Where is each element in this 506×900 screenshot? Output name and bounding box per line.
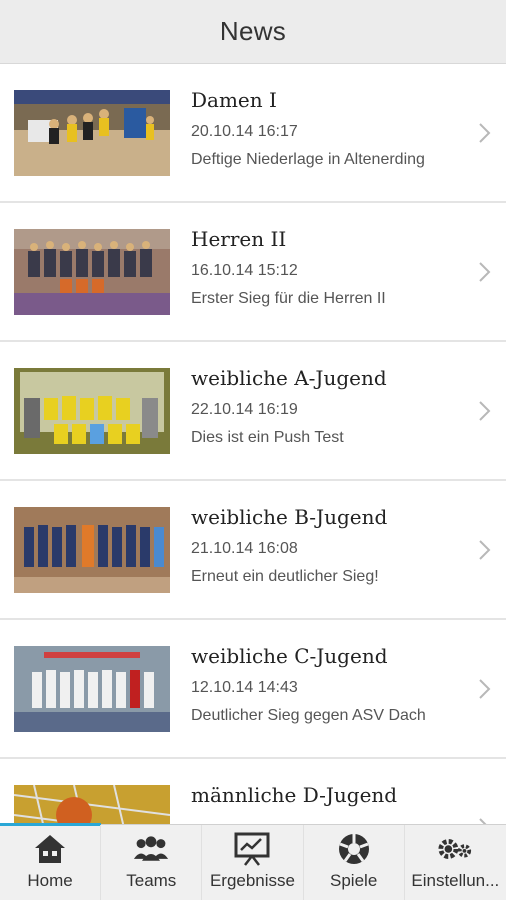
tab-label: Ergebnisse [209,871,295,890]
tab-spiele[interactable]: Spiele [304,825,405,900]
chevron-right-icon [479,123,491,143]
news-title: weibliche B-Jugend [191,505,388,529]
news-item[interactable]: Damen I 20.10.14 16:17 Deftige Niederlag… [0,64,506,203]
news-thumbnail [14,646,170,732]
app-header: News [0,0,506,64]
tab-label: Teams [126,871,177,890]
news-date: 20.10.14 16:17 [191,123,298,140]
news-description: Erneut ein deutlicher Sieg! [191,568,379,585]
news-thumbnail [14,229,170,315]
news-description: Dies ist ein Push Test [191,429,344,446]
news-title: Damen I [191,88,277,112]
ball-icon [336,833,372,865]
news-date: 22.10.14 16:19 [191,401,298,418]
page-title: News [219,16,287,46]
tab-label: Spiele [330,871,378,890]
chevron-right-icon [479,401,491,421]
news-item[interactable]: weibliche B-Jugend 21.10.14 16:08 Erneut… [0,481,506,620]
presentation-chart-icon [234,832,270,866]
news-date: 12.10.14 14:43 [191,679,298,696]
news-item[interactable]: weibliche C-Jugend 12.10.14 14:43 Deutli… [0,620,506,759]
tab-teams[interactable]: Teams [101,825,203,900]
tab-ergebnisse[interactable]: Ergebnisse [202,825,304,900]
tab-label: Einstellun... [411,871,500,890]
news-thumbnail [14,90,170,176]
people-icon [133,833,169,865]
news-description: Erster Sieg für die Herren II [191,290,386,307]
chevron-right-icon [479,679,491,699]
gears-icon [437,833,473,865]
news-description: Deutlicher Sieg gegen ASV Dach [191,707,426,724]
news-title: weibliche C-Jugend [191,644,388,668]
chevron-right-icon [479,540,491,560]
chevron-right-icon [479,818,487,824]
news-thumbnail [14,785,170,824]
news-title: Herren II [191,227,287,251]
bottom-tab-bar: Home Teams Ergebnisse Spiele Einstellun.… [0,823,506,900]
tab-home[interactable]: Home [0,825,102,900]
chevron-right-icon [479,262,491,282]
tab-einstellungen[interactable]: Einstellun... [405,825,506,900]
news-date: 16.10.14 15:12 [191,262,298,279]
news-list[interactable]: Damen I 20.10.14 16:17 Deftige Niederlag… [0,64,506,824]
news-title: weibliche A-Jugend [191,366,387,390]
news-date: 21.10.14 16:08 [191,540,298,557]
news-item[interactable]: Herren II 16.10.14 15:12 Erster Sieg für… [0,203,506,342]
tab-label: Home [27,871,73,890]
news-thumbnail [14,368,170,454]
news-title: männliche D-Jugend [191,783,398,807]
news-description: Deftige Niederlage in Altenerding [191,151,425,168]
news-item[interactable]: weibliche A-Jugend 22.10.14 16:19 Dies i… [0,342,506,481]
news-item[interactable]: männliche D-Jugend [0,759,506,824]
house-icon [32,833,68,865]
news-thumbnail [14,507,170,593]
